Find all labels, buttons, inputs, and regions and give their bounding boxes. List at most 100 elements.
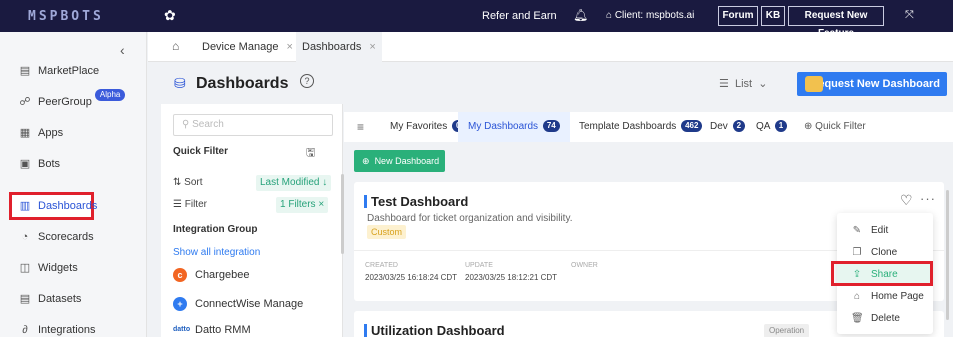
app-logo[interactable]: MSPBOTS: [28, 9, 104, 24]
request-dashboard-button[interactable]: Request New Dashboard: [797, 72, 947, 96]
integration-label: Chargebee: [195, 268, 250, 281]
chargebee-icon: c: [173, 268, 187, 282]
request-icon: [805, 76, 823, 92]
sidebar-item-peergroup[interactable]: ☍ PeerGroup Alpha: [18, 89, 126, 113]
integration-item[interactable]: + ConnectWise Manage: [173, 297, 303, 311]
fullscreen-icon[interactable]: ⤧: [905, 9, 914, 22]
tab-my-favorites[interactable]: My Favorites 0: [390, 112, 465, 142]
sidebar-item-label: Bots: [38, 158, 61, 170]
dashboard-icon: ▥: [19, 200, 31, 212]
menu-item-label: Clone: [871, 247, 898, 258]
dataset-icon: ▤: [19, 293, 31, 305]
tab-device-manage[interactable]: Device Manage ×: [196, 32, 299, 62]
forum-button[interactable]: Forum: [718, 6, 758, 26]
sidebar-item-bots[interactable]: ▣ Bots: [18, 153, 60, 175]
tab-label: Quick Filter: [815, 121, 866, 132]
sidebar-item-label: Apps: [38, 127, 64, 139]
integration-label: ConnectWise Manage: [195, 297, 304, 310]
menu-item-home-page[interactable]: ⌂ Home Page: [837, 286, 933, 308]
search-input[interactable]: ⚲ Search: [173, 114, 333, 136]
bot-icon: ▣: [19, 158, 31, 170]
sidebar-item-datasets[interactable]: ▤ Datasets: [18, 288, 82, 310]
sidebar-item-label: Datasets: [38, 293, 82, 305]
count-badge: 1: [774, 120, 788, 133]
sidebar-item-label: PeerGroup: [38, 96, 92, 108]
sidebar-item-widgets[interactable]: ◫ Widgets: [18, 257, 78, 279]
menu-icon[interactable]: ≡: [357, 112, 364, 142]
sidebar-item-marketplace[interactable]: ▤ MarketPlace: [18, 60, 99, 82]
sidebar-item-label: Dashboards: [38, 200, 98, 212]
sidebar-item-apps[interactable]: ▦ Apps: [18, 122, 63, 144]
refer-and-earn-link[interactable]: Refer and Earn: [482, 10, 557, 22]
integration-item[interactable]: datto Datto RMM: [173, 323, 251, 337]
database-icon: ⛁: [174, 75, 186, 91]
sidebar-item-dashboards[interactable]: ▥ Dashboards: [9, 192, 98, 220]
integration-label: Datto RMM: [195, 323, 251, 336]
request-feature-button[interactable]: Request New Feature: [788, 6, 884, 39]
tab-label: My Favorites: [390, 121, 448, 132]
menu-item-edit[interactable]: ✎ Edit: [837, 220, 933, 242]
edit-icon: ✎: [852, 225, 862, 236]
count-badge: 2: [732, 120, 746, 133]
top-bar: MSPBOTS ✿ Refer and Earn 🔔︎ ⌂ Client: ms…: [0, 0, 953, 39]
tab-dashboards[interactable]: Dashboards ×: [296, 32, 382, 62]
home-page-icon: ⌂: [853, 291, 861, 302]
apps-icon: ▦: [19, 127, 31, 139]
more-options-icon[interactable]: ···: [920, 191, 936, 206]
integration-item[interactable]: c Chargebee: [173, 268, 249, 282]
settings-icon[interactable]: ✿: [164, 7, 176, 24]
tab-qa[interactable]: QA 1: [756, 112, 788, 142]
client-label: Client: mspbots.ai: [614, 10, 695, 21]
home-icon[interactable]: ⌂: [172, 39, 179, 53]
close-icon[interactable]: ×: [286, 41, 292, 53]
alpha-badge: Alpha: [94, 89, 126, 101]
close-icon[interactable]: ×: [369, 41, 375, 53]
tab-template-dashboards[interactable]: Template Dashboards 462: [579, 112, 703, 142]
delete-icon: 🗑︎: [851, 313, 864, 324]
quick-filter-button[interactable]: ⊕ Quick Filter: [804, 112, 866, 142]
view-selector[interactable]: ☰ List ⌄: [719, 77, 767, 90]
bell-icon[interactable]: 🔔︎: [573, 8, 588, 22]
widget-icon: ◫: [19, 262, 31, 274]
favorite-heart-icon[interactable]: ♡: [900, 192, 913, 209]
dashboard-title[interactable]: Test Dashboard: [364, 195, 468, 208]
kb-button[interactable]: KB: [761, 6, 785, 26]
menu-item-label: Home Page: [871, 291, 924, 302]
tab-label: QA: [756, 121, 770, 132]
update-value: 2023/03/25 18:12:21 CDT: [465, 273, 558, 282]
save-icon[interactable]: 🖫︎: [306, 144, 315, 163]
tab-label: My Dashboards: [468, 121, 539, 132]
share-highlight-box: [831, 261, 933, 286]
tab-dev[interactable]: Dev 2: [710, 112, 746, 142]
help-icon[interactable]: ?: [300, 74, 314, 88]
datto-icon: datto: [173, 323, 190, 337]
plus-circle-icon: ⊕: [804, 121, 813, 132]
sort-label-text: Sort: [184, 177, 203, 188]
menu-item-delete[interactable]: 🗑︎ Delete: [837, 308, 933, 330]
sidebar-item-label: Integrations: [38, 324, 96, 336]
tab-label: Device Manage: [202, 41, 279, 53]
main-scrollbar[interactable]: [946, 190, 949, 320]
tab-label: Dashboards: [302, 41, 362, 53]
sidebar-item-scorecards[interactable]: ◔ Scorecards: [18, 226, 94, 248]
sidebar-item-label: Widgets: [38, 262, 78, 274]
show-all-integrations-link[interactable]: Show all integration: [173, 247, 260, 258]
filter-label-text: Filter: [184, 199, 207, 210]
tab-my-dashboards[interactable]: My Dashboards 74: [458, 112, 570, 142]
quick-filter-title: Quick Filter: [173, 146, 229, 157]
category-tag: Custom: [367, 225, 407, 239]
filter-value-tag[interactable]: 1 Filters ×: [276, 197, 329, 213]
page-title: Dashboards: [196, 75, 289, 92]
dashboard-title[interactable]: Utilization Dashboard: [364, 324, 505, 337]
filter-label: ☰ Filter: [173, 199, 207, 210]
count-badge: 74: [542, 120, 560, 133]
sidebar-item-integrations[interactable]: ∂ Integrations: [18, 319, 95, 337]
new-dashboard-button[interactable]: ⊕ New Dashboard: [354, 150, 445, 172]
filter-panel: ⚲ Search Quick Filter 🖫︎ ⇅ Sort Last Mod…: [161, 104, 344, 337]
dashboard-tabs: ≡ My Favorites 0 My Dashboards 74 Templa…: [344, 112, 953, 142]
integration-icon: ∂: [22, 324, 28, 336]
sort-value-tag[interactable]: Last Modified ↓: [256, 175, 332, 191]
collapse-sidebar-icon[interactable]: ‹: [120, 42, 125, 58]
client-selector[interactable]: ⌂ Client: mspbots.ai: [606, 10, 694, 21]
page-tabs: ⌂ Device Manage × Dashboards ×: [148, 32, 953, 62]
